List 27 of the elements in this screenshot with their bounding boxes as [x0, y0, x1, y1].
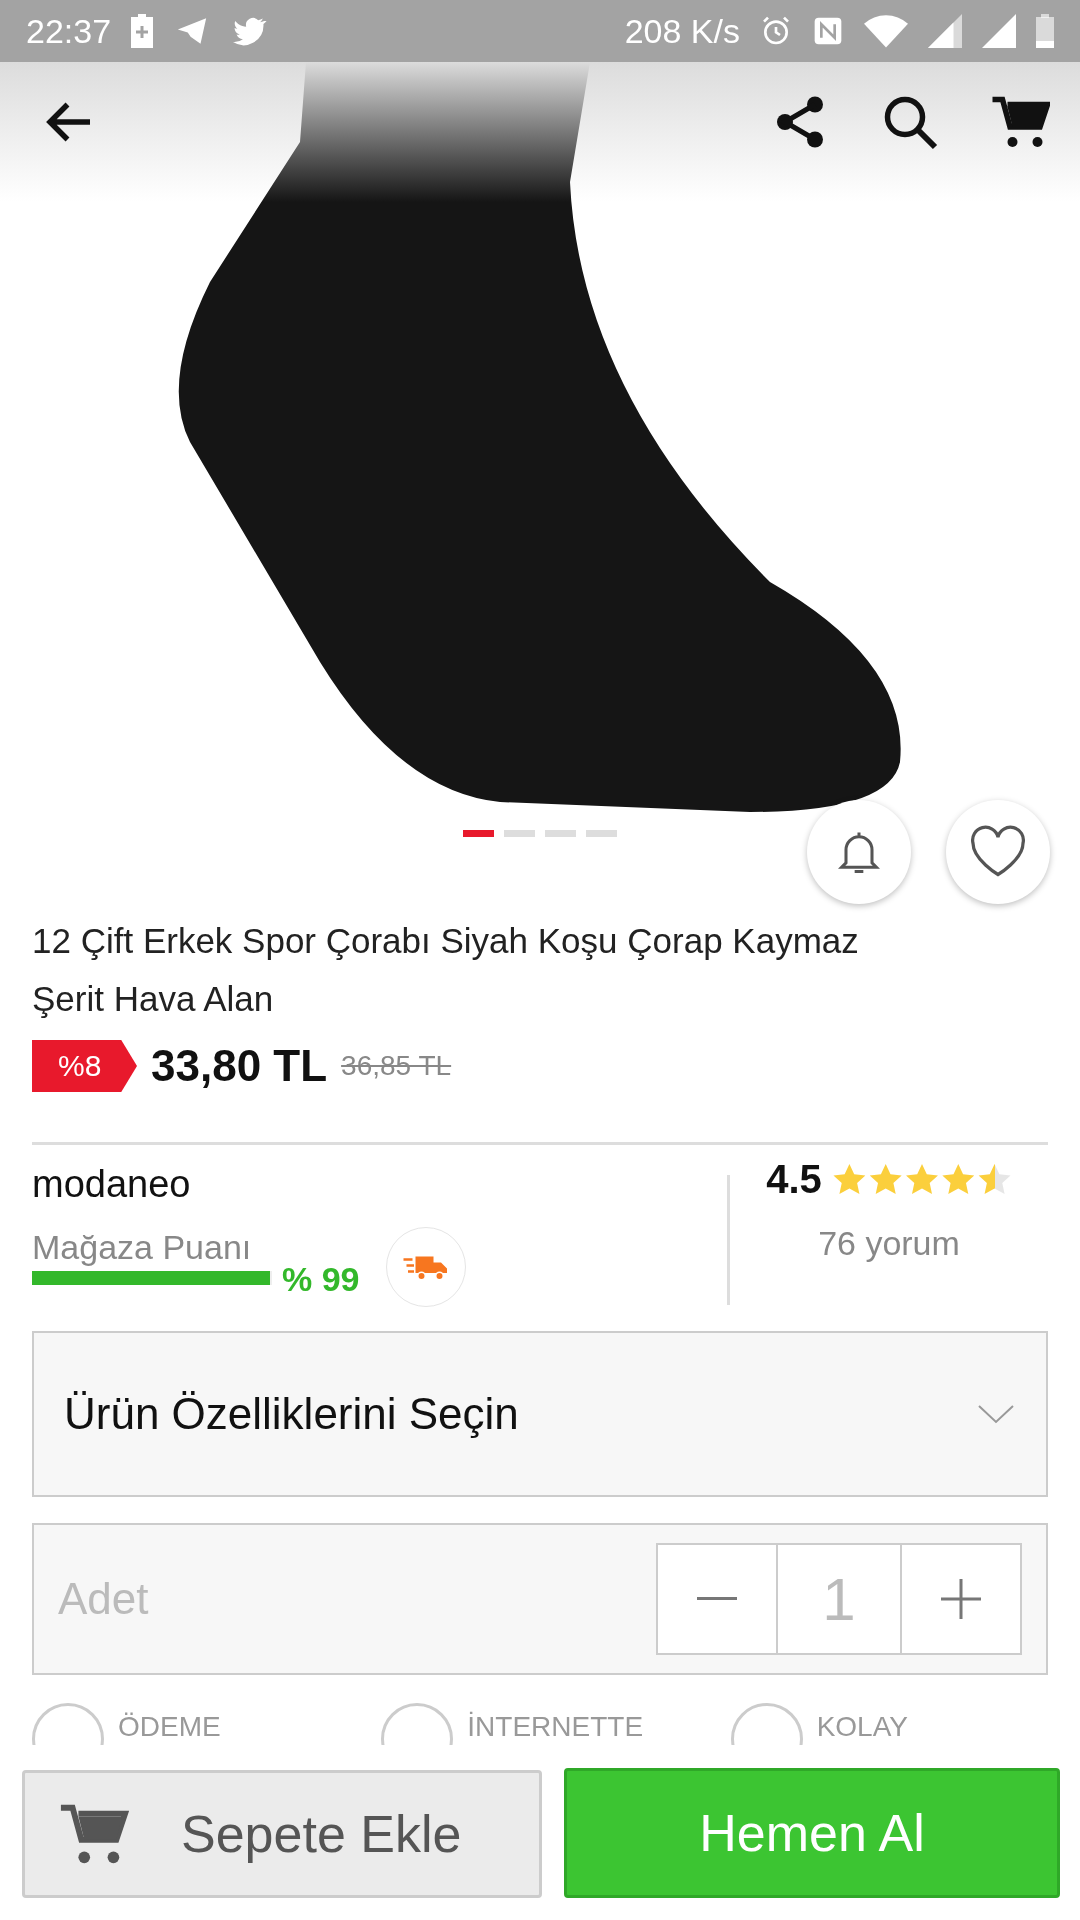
plus-icon [941, 1579, 981, 1619]
seller-name[interactable]: modaneo [32, 1163, 727, 1206]
rating-value: 4.5 [766, 1157, 822, 1202]
feature-label: ÖDEME [118, 1710, 221, 1743]
wifi-icon [864, 14, 908, 48]
chevron-down-icon [976, 1402, 1016, 1426]
quantity-label: Adet [58, 1574, 150, 1624]
clock-text: 22:37 [26, 11, 112, 51]
product-title: 12 Çift Erkek Spor Çorabı Siyah Koşu Çorap Kaymaz Şerit Hava Alan [32, 920, 860, 1020]
network-speed-text: 208 K/s [624, 11, 740, 51]
add-to-cart-button[interactable]: Sepete Ekle [22, 1770, 542, 1898]
old-price-text: 36,85 TL [341, 1050, 452, 1082]
options-dropdown[interactable]: Ürün Özelliklerini Seçin [32, 1331, 1048, 1497]
minus-icon [697, 1597, 737, 1601]
price-text: 33,80 TL [151, 1041, 328, 1091]
battery-plus-icon [131, 14, 154, 48]
signal-icon [928, 14, 962, 48]
discount-badge: %8 [32, 1040, 137, 1092]
signal-icon [982, 14, 1016, 48]
feature-label: İNTERNETTE [467, 1710, 644, 1743]
battery-icon [1036, 14, 1054, 48]
notify-button[interactable] [807, 800, 911, 904]
favorite-button[interactable] [946, 800, 1050, 904]
feature-label: KOLAY [816, 1710, 908, 1743]
store-score-label: Mağaza Puanı [32, 1228, 253, 1267]
store-score-value: % 99 [282, 1260, 360, 1299]
review-count-link[interactable]: 76 yorum [818, 1224, 960, 1263]
